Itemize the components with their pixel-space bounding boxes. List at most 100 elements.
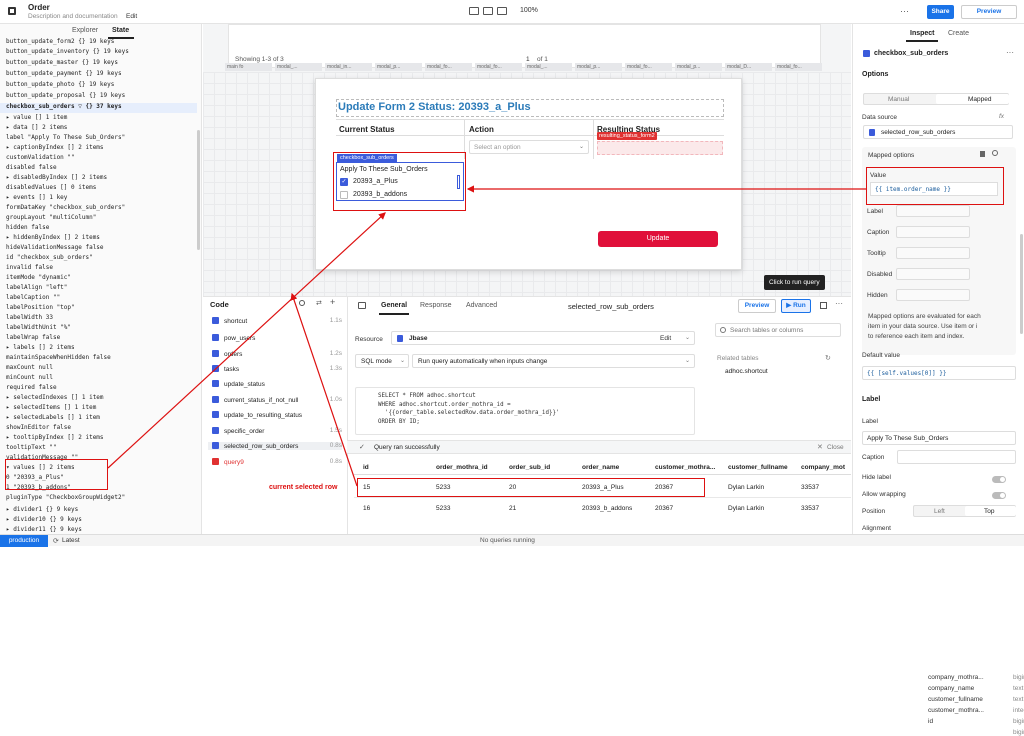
resize-handle[interactable] [457, 175, 460, 189]
state-entry[interactable]: ▸ tooltipByIndex [] 2 items [6, 434, 104, 444]
state-entry[interactable]: formDataKey "checkbox_sub_orders" [6, 204, 125, 214]
column-header[interactable]: customer_mothra... [655, 464, 715, 471]
data-source-select[interactable]: selected_row_sub_orders [863, 125, 1013, 139]
table-cell[interactable]: 20393_b_addons [582, 505, 632, 512]
state-entry[interactable]: labelWidth 33 [6, 314, 53, 324]
modal-tab[interactable]: modal_p... [375, 63, 422, 71]
bottom-panel-toggle-icon[interactable] [483, 7, 493, 15]
state-entry[interactable]: ▸ divider1 {} 9 keys [6, 506, 78, 516]
schema-column-name[interactable]: id [928, 718, 933, 725]
state-entry[interactable]: labelWrap false [6, 334, 60, 344]
state-entry[interactable]: ▸ selectedIndexes [] 1 item [6, 394, 104, 404]
state-entry[interactable]: tooltipText "" [6, 444, 57, 454]
state-entry[interactable]: showInEditor false [6, 424, 71, 434]
release-label[interactable]: Latest [62, 537, 80, 544]
allow-wrapping-toggle[interactable] [992, 492, 1006, 499]
state-entry[interactable]: ▸ selectedLabels [] 1 item [6, 414, 100, 424]
more-options-icon[interactable]: ··· [900, 6, 909, 16]
resource-select[interactable]: Jbase Edit ⌄ [391, 331, 695, 345]
modal-tab[interactable]: modal_fo... [425, 63, 472, 71]
modal-tab[interactable]: modal_... [525, 63, 572, 71]
tab-general[interactable]: General [381, 302, 407, 309]
delete-icon[interactable] [980, 151, 985, 157]
query-item[interactable]: tasks 1.3s [212, 365, 342, 373]
state-entry[interactable]: 1 "20393_b_addons" [6, 484, 71, 494]
state-entry[interactable]: customValidation "" [6, 154, 75, 164]
label-section-heading[interactable]: Label [862, 396, 880, 403]
manual-mapped-toggle[interactable]: Manual Mapped [863, 93, 1009, 105]
component-name[interactable]: checkbox_sub_orders [874, 50, 948, 57]
state-entry[interactable]: invalid false [6, 264, 53, 274]
modal-tab[interactable]: modal_p... [575, 63, 622, 71]
state-entry[interactable]: itemMode "dynamic" [6, 274, 71, 284]
tab-advanced[interactable]: Advanced [466, 302, 497, 309]
state-entry[interactable]: labelPosition "top" [6, 304, 75, 314]
column-header[interactable]: company_mot [801, 464, 845, 471]
table-cell[interactable]: 33537 [801, 484, 819, 491]
modal-tab[interactable]: modal_in... [325, 63, 372, 71]
component-more-icon[interactable]: ··· [1006, 48, 1014, 57]
label-input[interactable]: Apply To These Sub_Orders [862, 431, 1016, 445]
query-item[interactable]: orders 1.2s [212, 350, 342, 358]
table-cell[interactable]: Dylan Larkin [728, 505, 764, 512]
state-entry[interactable]: button_update_inventory {} 19 keys [6, 48, 129, 58]
column-header[interactable]: customer_fullname [728, 464, 788, 471]
state-entry[interactable]: ▸ hiddenByIndex [] 2 items [6, 234, 100, 244]
env-badge[interactable]: production [0, 535, 48, 547]
query-item[interactable]: selected_row_sub_orders 0.8s [208, 442, 342, 450]
query-item[interactable]: current_status_if_not_null 1.0s [212, 396, 342, 404]
table-cell[interactable]: 5233 [436, 505, 450, 512]
state-entry[interactable]: labelWidthUnit "%" [6, 324, 71, 334]
modal-tab[interactable]: modal_fo... [775, 63, 822, 71]
table-cell[interactable]: 21 [509, 505, 516, 512]
menu-icon[interactable] [8, 7, 16, 15]
state-entry[interactable]: ▸ data [] 2 items [6, 124, 67, 134]
state-entry[interactable]: 0 "20393_a_Plus" [6, 474, 64, 484]
column-header[interactable]: order_name [582, 464, 619, 471]
value-expression[interactable]: {{ item.order_name }} [870, 182, 998, 196]
filter-icon[interactable]: ⇄ [316, 299, 322, 307]
share-button[interactable]: Share [927, 5, 954, 19]
query-preview-button[interactable]: Preview [738, 299, 776, 313]
table-cell[interactable]: 20 [509, 484, 516, 491]
mapped-field-input[interactable] [896, 205, 970, 217]
right-panel-toggle-icon[interactable] [497, 7, 507, 15]
checkbox-unchecked[interactable] [340, 191, 348, 199]
right-scrollbar[interactable] [1020, 234, 1023, 334]
state-entry[interactable]: hideValidationMessage false [6, 244, 104, 254]
search-icon[interactable] [992, 150, 998, 156]
table-cell[interactable]: 20367 [655, 484, 673, 491]
state-entry[interactable]: ▸ events [] 1 key [6, 194, 67, 204]
state-entry[interactable]: ▸ captionByIndex [] 2 items [6, 144, 104, 154]
state-entry[interactable]: maxCount null [6, 364, 53, 374]
close-label[interactable]: Close [827, 444, 844, 451]
expand-icon[interactable] [820, 302, 827, 309]
state-entry[interactable]: disabled false [6, 164, 57, 174]
schema-column-name[interactable]: customer_fullname [928, 696, 983, 703]
state-entry[interactable]: groupLayout "multiColumn" [6, 214, 96, 224]
left-panel-toggle-icon[interactable] [469, 7, 479, 15]
page-number[interactable]: 1 [526, 56, 530, 63]
resource-edit[interactable]: Edit [660, 335, 671, 342]
state-entry[interactable]: hidden false [6, 224, 49, 234]
refresh-icon[interactable]: ↻ [825, 354, 831, 362]
mode-select[interactable]: SQL mode ⌄ [355, 354, 409, 368]
state-entry[interactable]: button_update_payment {} 19 keys [6, 70, 122, 80]
update-button[interactable]: Update [598, 231, 718, 247]
table-cell[interactable]: 33537 [801, 505, 819, 512]
state-entry[interactable]: ▸ disabledByIndex [] 2 items [6, 174, 107, 184]
state-entry[interactable]: maintainSpaceWhenHidden false [6, 354, 111, 364]
query-item[interactable]: specific_order 1.5s [212, 427, 342, 435]
state-entry[interactable]: labelAlign "left" [6, 284, 67, 294]
state-entry[interactable]: checkbox_sub_orders ▽ {} 37 keys [0, 103, 197, 113]
tab-inspect[interactable]: Inspect [910, 30, 935, 37]
schema-column-name[interactable]: customer_mothra... [928, 707, 984, 714]
tab-explorer[interactable]: Explorer [72, 27, 98, 34]
toggle-mapped[interactable]: Mapped [968, 96, 992, 103]
table-cell[interactable]: 5233 [436, 484, 450, 491]
table-cell[interactable]: 16 [363, 505, 370, 512]
search-icon[interactable] [299, 300, 305, 306]
hide-label-toggle[interactable] [992, 476, 1006, 483]
table-cell[interactable]: 20367 [655, 505, 673, 512]
mapped-field-input[interactable] [896, 268, 970, 280]
